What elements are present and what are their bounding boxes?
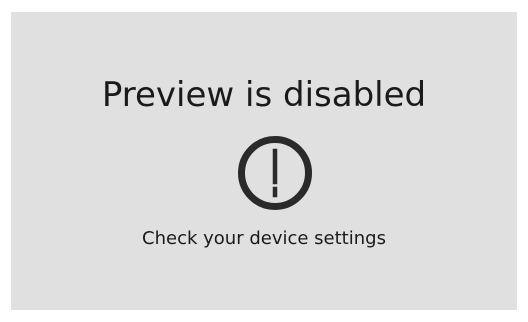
- preview-disabled-title: Preview is disabled: [101, 75, 427, 115]
- preview-disabled-panel: Preview is disabled Check your device se…: [11, 12, 517, 310]
- exclamation-circle-icon: [237, 135, 313, 211]
- device-settings-message: Check your device settings: [142, 228, 386, 249]
